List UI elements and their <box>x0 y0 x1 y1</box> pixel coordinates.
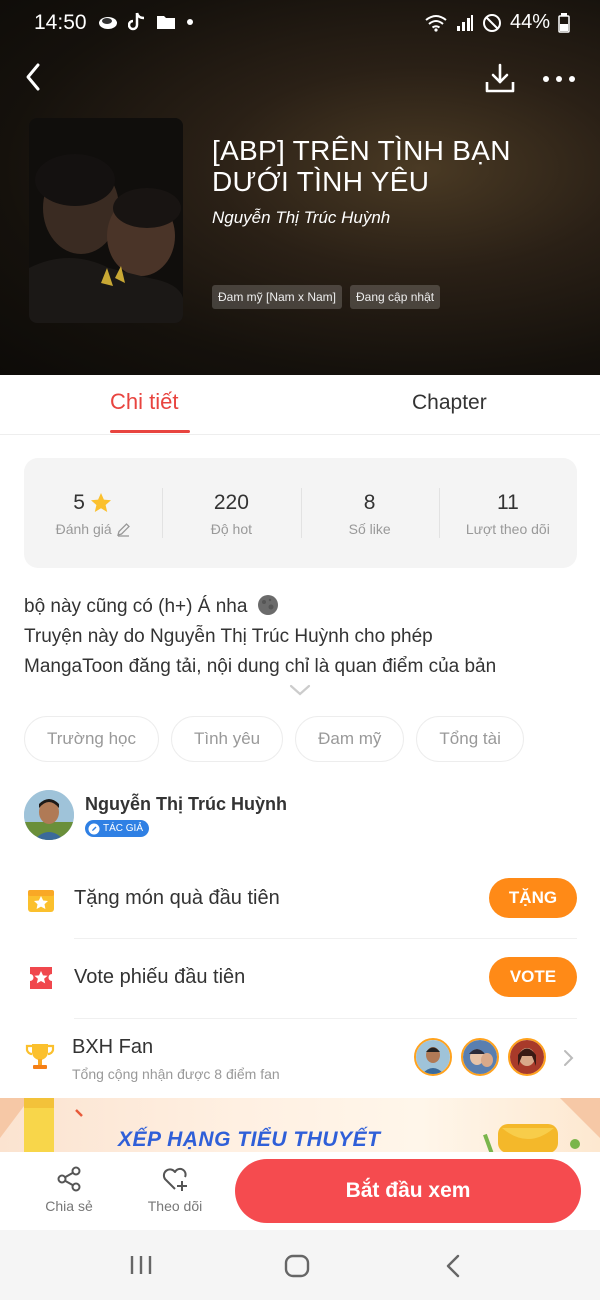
back-icon[interactable] <box>20 60 50 94</box>
fan-rank-title[interactable]: BXH Fan <box>72 1036 153 1059</box>
more-icon[interactable] <box>540 70 578 88</box>
author-badge-label: TÁC GIẢ <box>103 823 144 834</box>
vote-button[interactable]: VOTE <box>489 957 577 997</box>
genre-chip[interactable]: Trường học <box>24 716 159 762</box>
stat-likes: 8 Số like <box>300 458 439 568</box>
ticket-icon <box>30 967 52 989</box>
fan-avatar[interactable] <box>414 1038 452 1076</box>
home-icon[interactable] <box>284 1254 310 1278</box>
hot-label: Độ hot <box>210 521 252 537</box>
share-button[interactable]: Chia sẻ <box>29 1164 109 1214</box>
author-name[interactable]: Nguyễn Thị Trúc Huỳnh <box>85 794 287 815</box>
fan-rank-subtitle: Tổng cộng nhận được 8 điểm fan <box>72 1066 280 1082</box>
fan-avatar-image <box>510 1040 544 1074</box>
novel-ranking-banner[interactable]: XẾP HẠNG TIỂU THUYẾT <box>0 1098 600 1153</box>
share-icon <box>57 1166 81 1192</box>
fan-avatar-image <box>463 1040 497 1074</box>
signal-icon <box>456 14 473 31</box>
book-author[interactable]: Nguyễn Thị Trúc Huỳnh <box>212 208 390 228</box>
do-not-disturb-icon <box>482 13 501 32</box>
trophy-icon <box>25 1044 55 1069</box>
edit-icon <box>116 522 130 537</box>
gift-button[interactable]: TẶNG <box>489 878 577 918</box>
rating-label: Đánh giá <box>55 521 112 537</box>
gift-label: Tặng món quà đầu tiên <box>74 887 280 909</box>
chevron-right-icon[interactable] <box>562 1048 574 1068</box>
stat-hot: 220 Độ hot <box>162 458 300 568</box>
battery-icon <box>558 12 570 33</box>
tab-detail[interactable]: Chi tiết <box>110 389 178 415</box>
book-cover[interactable] <box>29 118 183 323</box>
cloud-icon <box>99 17 117 29</box>
share-label: Chia sẻ <box>45 1198 93 1214</box>
author-avatar-image <box>24 790 74 840</box>
vote-label: Vote phiếu đầu tiên <box>74 966 246 988</box>
likes-label: Số like <box>348 521 391 537</box>
stat-followers: 11 Lượt theo dõi <box>438 458 577 568</box>
description[interactable]: bộ này cũng có (h+) Á nha Truyện này do … <box>24 592 584 682</box>
heart-plus-icon <box>162 1167 187 1191</box>
rating-value: 5 <box>73 491 85 514</box>
notification-icons <box>98 12 194 32</box>
system-back-icon[interactable] <box>444 1254 462 1278</box>
tab-bar: Chi tiết Chapter <box>0 375 600 435</box>
start-reading-button[interactable]: Bắt đầu xem <box>235 1159 581 1223</box>
stat-rating[interactable]: 5 Đánh giá <box>24 458 162 568</box>
description-line3: MangaToon đăng tải, nội dung chỉ là quan… <box>24 656 497 677</box>
follow-label: Theo dõi <box>147 1198 203 1214</box>
pen-icon <box>88 823 100 834</box>
book-title-line2: DƯỚI TÌNH YÊU <box>212 166 430 197</box>
tag-category[interactable]: Đam mỹ [Nam x Nam] <box>212 285 343 309</box>
follow-button[interactable]: Theo dõi <box>135 1164 215 1214</box>
likes-value: 8 <box>363 491 376 514</box>
moon-emoji-icon <box>257 595 278 615</box>
wifi-icon <box>425 14 447 32</box>
system-nav-bar <box>0 1230 600 1300</box>
gift-row: Tặng món quà đầu tiên TẶNG <box>24 859 577 939</box>
author-avatar[interactable] <box>24 790 74 840</box>
status-right: 44% <box>424 11 570 34</box>
tag-status: Đang cập nhật <box>350 285 441 309</box>
hot-value: 220 <box>213 491 249 514</box>
author-badge: TÁC GIẢ <box>85 820 150 837</box>
genre-chip[interactable]: Tổng tài <box>416 716 524 762</box>
chevron-down-icon[interactable] <box>288 683 312 697</box>
tiktok-icon <box>128 12 145 31</box>
description-line2: Truyện này do Nguyễn Thị Trúc Huỳnh cho … <box>24 626 433 647</box>
folder-icon <box>157 16 175 29</box>
banner-text: XẾP HẠNG TIỂU THUYẾT <box>118 1128 381 1151</box>
cover-image <box>29 118 183 323</box>
book-title: [ABP] TRÊN TÌNH BẠN DƯỚI TÌNH YÊU <box>212 135 572 197</box>
fan-avatar[interactable] <box>508 1038 546 1076</box>
dot-icon <box>187 19 193 25</box>
vote-row: Vote phiếu đầu tiên VOTE <box>24 938 577 1018</box>
fan-avatar-image <box>416 1040 450 1074</box>
book-header: 14:50 44% [ABP] TRÊN TÌNH BẠN DƯỚI TÌNH … <box>0 0 600 375</box>
genre-chip[interactable]: Đam mỹ <box>295 716 405 762</box>
genre-chip[interactable]: Tình yêu <box>170 716 284 762</box>
tab-active-indicator <box>110 430 190 433</box>
gift-icon <box>28 890 54 912</box>
status-time: 14:50 <box>34 11 87 34</box>
book-title-line1: [ABP] TRÊN TÌNH BẠN <box>212 135 511 166</box>
fan-avatar[interactable] <box>461 1038 499 1076</box>
followers-label: Lượt theo dõi <box>465 521 550 537</box>
description-line1: bộ này cũng có (h+) Á nha <box>24 592 584 622</box>
stats-panel: 5 Đánh giá 220 Độ hot 8 Số like 11 Lượt … <box>24 458 577 568</box>
book-tags: Đam mỹ [Nam x Nam] Đang cập nhật <box>212 285 441 309</box>
status-bar: 14:50 44% <box>0 0 600 46</box>
battery-percent: 44% <box>509 11 550 33</box>
divider <box>74 1018 577 1019</box>
description-line1-text: bộ này cũng có (h+) Á nha <box>24 596 248 617</box>
bottom-action-bar: Chia sẻ Theo dõi Bắt đầu xem <box>0 1152 600 1230</box>
star-icon <box>90 493 111 512</box>
genre-chips: Trường học Tình yêu Đam mỹ Tổng tài <box>24 716 524 762</box>
download-icon[interactable] <box>484 62 516 94</box>
recent-apps-icon[interactable] <box>128 1254 154 1276</box>
followers-value: 11 <box>496 491 519 514</box>
tab-chapter[interactable]: Chapter <box>412 391 487 415</box>
